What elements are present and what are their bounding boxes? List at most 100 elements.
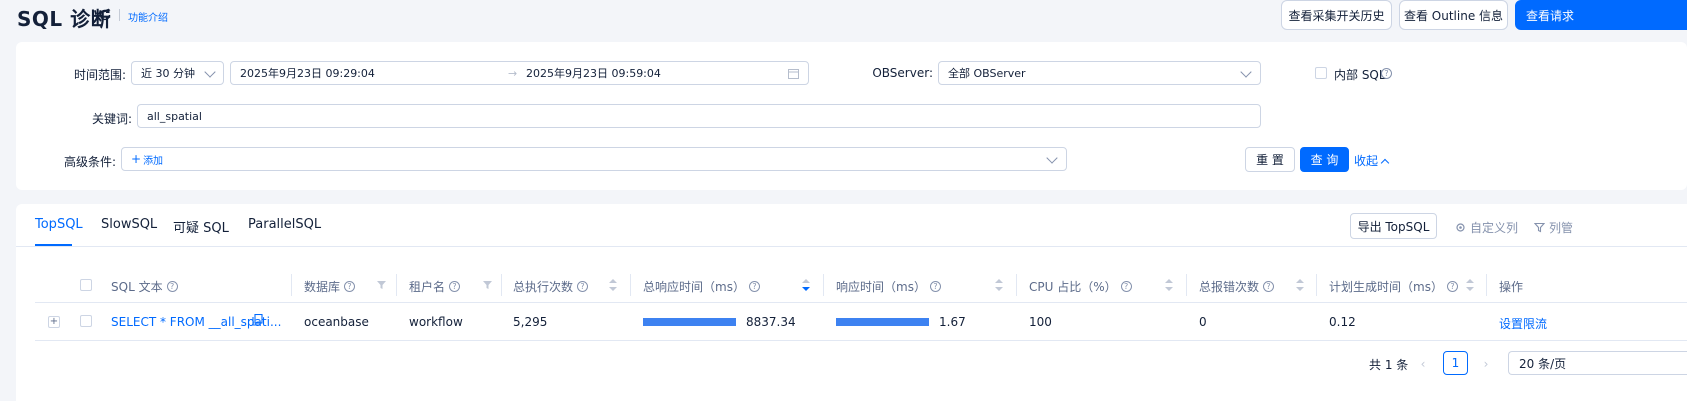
column-title: 响应时间（ms） xyxy=(836,280,926,294)
column-header-database: 数据库? xyxy=(304,278,356,295)
column-title: 租户名 xyxy=(409,280,446,294)
chevron-down-icon xyxy=(1240,66,1252,78)
sort-icon[interactable] xyxy=(995,279,1003,291)
gear-icon xyxy=(1456,223,1465,232)
tab-parallelsql[interactable]: ParallelSQL xyxy=(248,217,321,232)
help-icon[interactable]: ? xyxy=(748,281,760,292)
column-filter-icon[interactable] xyxy=(377,281,386,289)
column-title: 数据库 xyxy=(304,280,341,294)
column-title: 总执行次数 xyxy=(513,280,574,294)
keyword-label: 关键词: xyxy=(91,112,132,126)
row-checkbox[interactable] xyxy=(80,315,92,327)
page-size-select[interactable]: 20 条/页 xyxy=(1508,351,1687,375)
custom-columns-button[interactable]: 自定义列 xyxy=(1455,219,1518,236)
chevron-down-icon xyxy=(204,66,216,78)
help-icon[interactable]: ? xyxy=(1263,281,1275,292)
next-page-icon[interactable]: › xyxy=(1479,352,1493,376)
pagination-total: 共 1 条 xyxy=(1369,357,1409,372)
time-range-value: 近 30 分钟 xyxy=(141,67,195,80)
help-icon[interactable]: ? xyxy=(577,281,589,292)
view-requests-button[interactable]: 查看请求 xyxy=(1515,0,1687,30)
custom-columns-label: 自定义列 xyxy=(1470,221,1519,235)
column-filter-icon[interactable] xyxy=(483,281,492,289)
end-time: 2025年9月23日 09:59:04 xyxy=(526,67,661,80)
collapse-button[interactable]: 收起 xyxy=(1354,152,1390,169)
outline-info-button[interactable]: 查看 Outline 信息 xyxy=(1399,0,1508,30)
internal-sql-label: 内部 SQL xyxy=(1334,68,1386,82)
column-header-tenant: 租户名? xyxy=(409,278,461,295)
export-topsql-button[interactable]: 导出 TopSQL xyxy=(1350,213,1437,239)
column-separator xyxy=(630,274,631,296)
column-header-response: 响应时间（ms）? xyxy=(836,278,941,295)
column-title: 计划生成时间（ms） xyxy=(1329,280,1443,294)
sort-icon[interactable] xyxy=(1466,279,1474,291)
column-title: CPU 占比（%） xyxy=(1029,280,1117,294)
page-title: SQL 诊断 xyxy=(17,7,112,31)
add-condition-label: 添加 xyxy=(143,155,164,167)
chevron-up-icon xyxy=(1380,158,1390,167)
total-response-cell: 8837.34 xyxy=(746,315,796,329)
sort-desc-icon[interactable] xyxy=(802,279,810,291)
time-range-select[interactable]: 近 30 分钟 xyxy=(131,61,224,85)
start-time: 2025年9月23日 09:29:04 xyxy=(240,67,375,80)
keyword-value: all_spatial xyxy=(147,109,202,123)
sort-icon[interactable] xyxy=(609,279,617,291)
column-header-cpu-ratio: CPU 占比（%）? xyxy=(1029,278,1132,295)
time-range-label: 时间范围: xyxy=(73,68,126,82)
exec-count-cell: 5,295 xyxy=(513,315,548,329)
keyword-input[interactable]: all_spatial xyxy=(137,104,1261,128)
header-divider xyxy=(35,302,1687,303)
sort-icon[interactable] xyxy=(1296,279,1304,291)
column-manage-button[interactable]: 列管 xyxy=(1534,219,1573,236)
column-separator xyxy=(501,274,502,296)
tab-suspicious-sql[interactable]: 可疑 SQL xyxy=(173,217,229,236)
row-divider xyxy=(35,340,1687,341)
expand-row-icon[interactable]: + xyxy=(48,316,60,328)
tabs-divider xyxy=(16,246,1687,247)
error-count-cell: 0 xyxy=(1199,315,1207,329)
help-icon[interactable]: ? xyxy=(929,281,941,292)
help-icon[interactable]: ? xyxy=(1446,281,1458,292)
refresh-icon[interactable] xyxy=(98,8,112,22)
copy-icon[interactable] xyxy=(252,314,263,326)
add-condition-button[interactable]: + 添加 xyxy=(131,152,163,167)
column-separator xyxy=(1316,274,1317,296)
tab-topsql[interactable]: TopSQL xyxy=(35,217,83,232)
column-title: 操作 xyxy=(1499,280,1524,294)
response-bar xyxy=(836,318,929,326)
total-response-bar xyxy=(643,318,736,326)
internal-sql-checkbox[interactable] xyxy=(1315,67,1327,79)
reset-button[interactable]: 重 置 xyxy=(1245,147,1295,172)
column-manage-label: 列管 xyxy=(1549,221,1574,235)
help-icon[interactable]: ? xyxy=(344,281,356,292)
advanced-conditions-select[interactable]: + 添加 xyxy=(121,147,1067,171)
database-cell: oceanbase xyxy=(304,315,369,329)
range-arrow-icon: → xyxy=(508,66,518,80)
filter-icon xyxy=(1534,222,1545,233)
set-throttle-link[interactable]: 设置限流 xyxy=(1499,315,1547,332)
feature-intro-link[interactable]: 功能介绍 xyxy=(128,9,168,24)
plan-time-cell: 0.12 xyxy=(1329,315,1356,329)
select-all-checkbox[interactable] xyxy=(80,279,92,291)
help-icon[interactable]: ? xyxy=(1120,281,1132,292)
column-title: SQL 文本 xyxy=(111,280,163,294)
help-icon[interactable]: ? xyxy=(1381,68,1392,79)
column-separator xyxy=(1016,274,1017,296)
prev-page-icon[interactable]: ‹ xyxy=(1416,352,1430,376)
sort-icon[interactable] xyxy=(1165,279,1173,291)
column-header-plan-time: 计划生成时间（ms）? xyxy=(1329,278,1458,295)
date-range-picker[interactable]: 2025年9月23日 09:29:04 → 2025年9月23日 09:59:0… xyxy=(230,61,809,85)
column-header-sql-text: SQL 文本? xyxy=(111,278,178,295)
column-header-exec-count: 总执行次数? xyxy=(513,278,589,295)
tab-slowsql[interactable]: SlowSQL xyxy=(101,217,157,232)
column-separator xyxy=(396,274,397,296)
header-divider xyxy=(119,9,120,21)
column-title: 总响应时间（ms） xyxy=(643,280,745,294)
help-icon[interactable]: ? xyxy=(166,281,178,292)
observer-select[interactable]: 全部 OBServer xyxy=(938,61,1261,85)
page-1-button[interactable]: 1 xyxy=(1443,351,1468,375)
switch-history-button[interactable]: 查看采集开关历史 xyxy=(1281,0,1392,30)
query-button[interactable]: 查 询 xyxy=(1300,147,1349,172)
help-icon[interactable]: ? xyxy=(449,281,461,292)
column-title: 总报错次数 xyxy=(1199,280,1260,294)
